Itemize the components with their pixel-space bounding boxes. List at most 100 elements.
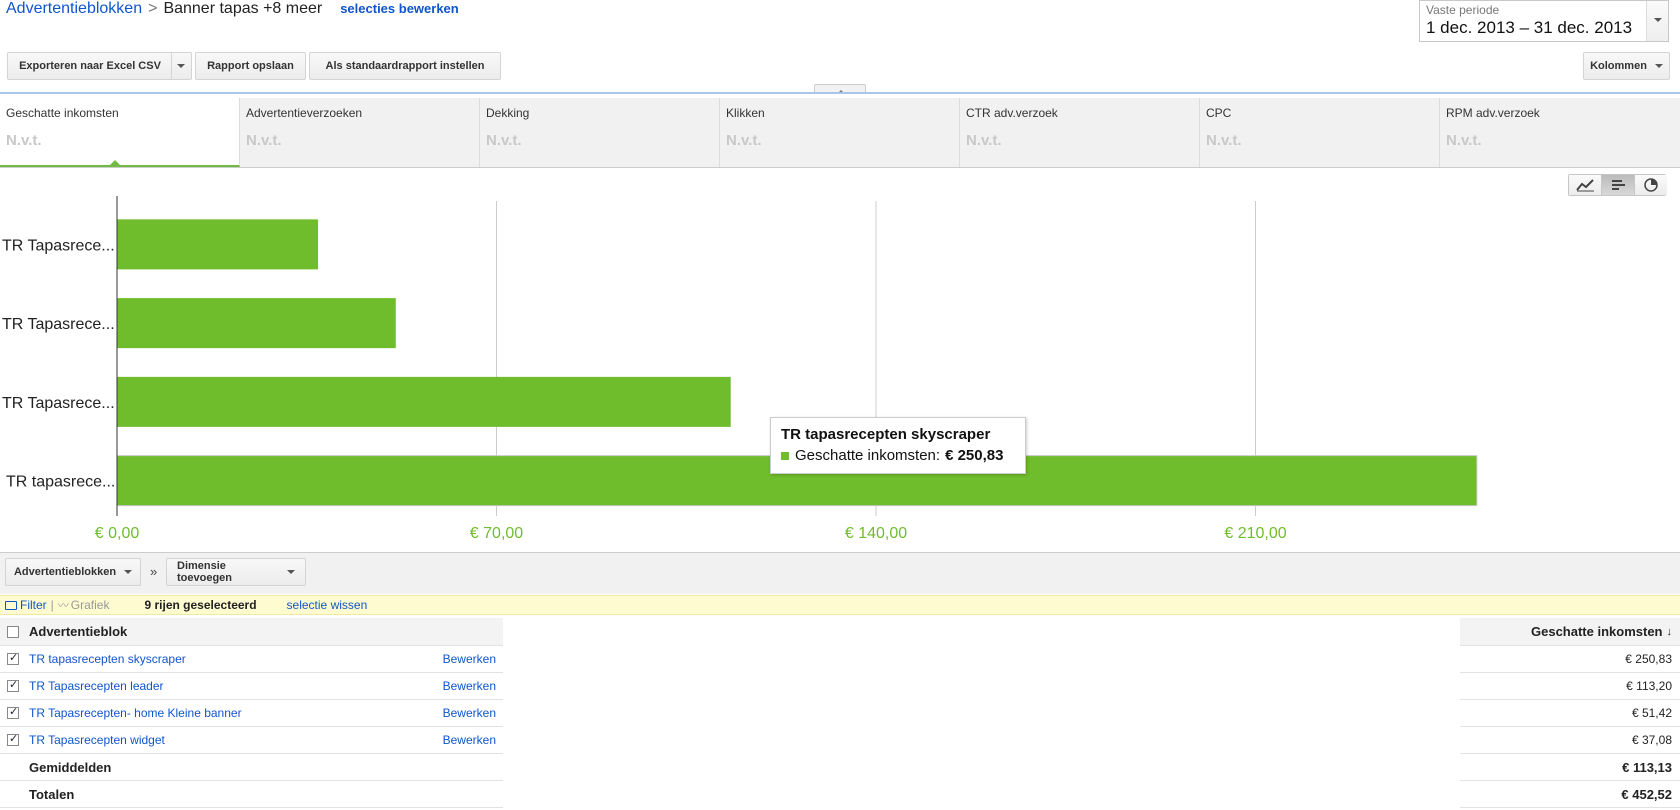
edit-link[interactable]: Bewerken [443, 733, 503, 747]
table-row: TR Tapasrecepten leader Bewerken [0, 673, 503, 700]
columns-button[interactable]: Kolommen [1583, 52, 1670, 80]
chart-bar [117, 298, 396, 349]
column-header-label: Geschatte inkomsten [1531, 624, 1663, 639]
column-header-ad-unit[interactable]: Advertentieblok [29, 624, 503, 639]
metric-name: Dekking [486, 106, 530, 120]
metric-value: N.v.t. [246, 132, 282, 149]
breadcrumb-separator: > [148, 0, 158, 17]
metric-tab-coverage[interactable]: Dekking N.v.t. [480, 98, 720, 167]
totals-label: Totalen [29, 786, 75, 802]
averages-value: € 113,13 [1460, 754, 1680, 781]
ad-unit-link[interactable]: TR Tapasrecepten- home Kleine banner [29, 706, 443, 720]
ad-unit-link[interactable]: TR Tapasrecepten widget [29, 733, 443, 747]
metric-value: N.v.t. [6, 132, 42, 149]
bar-chart-icon[interactable] [1602, 175, 1635, 195]
chart-type-switch [1568, 174, 1667, 196]
table-cell-value: € 37,08 [1460, 727, 1680, 754]
filter-bar: Filter | 〰 Grafiek 9 rijen geselecteerd … [0, 595, 1680, 615]
breadcrumb-link-ad-units[interactable]: Advertentieblokken [6, 0, 142, 18]
add-dimension-dropdown[interactable]: Dimensie toevoegen [166, 558, 306, 586]
legend-swatch [781, 451, 789, 460]
date-range-label: Vaste periode [1426, 3, 1500, 17]
chevron-down-icon [124, 570, 133, 578]
category-label: TR Tapasrece... [2, 237, 115, 254]
metric-name: Advertentieverzoeken [246, 106, 363, 120]
metric-tab-ctr[interactable]: CTR adv.verzoek N.v.t. [960, 98, 1200, 167]
metric-tabs: Geschatte inkomsten N.v.t. Advertentieve… [0, 98, 1680, 168]
add-dimension-label: Dimensie toevoegen [177, 560, 233, 584]
ad-unit-link[interactable]: TR Tapasrecepten leader [29, 679, 443, 693]
export-button-label[interactable]: Exporteren naar Excel CSV [9, 53, 172, 79]
chart-toggle-button[interactable]: 〰 Grafiek [58, 597, 110, 613]
chart-tooltip: TR tapasrecepten skyscraper Geschatte in… [770, 417, 1026, 474]
dimension-separator: » [150, 564, 158, 579]
table-row: TR Tapasrecepten widget Bewerken [0, 727, 503, 754]
metric-name: CTR adv.verzoek [966, 106, 1058, 120]
column-header-estimated-earnings[interactable]: Geschatte inkomsten ↓ [1460, 618, 1680, 646]
columns-button-label: Kolommen [1590, 60, 1647, 72]
chart-toggle-label: Grafiek [70, 598, 110, 612]
totals-value: € 452,52 [1460, 781, 1680, 808]
metric-value: N.v.t. [1206, 132, 1242, 149]
results-table: Advertentieblok TR tapasrecepten skyscra… [0, 618, 503, 808]
metric-value: N.v.t. [486, 132, 522, 149]
divider [0, 92, 1680, 94]
chart-bar [117, 376, 731, 427]
table-cell-value: € 113,20 [1460, 673, 1680, 700]
table-header: Advertentieblok [0, 618, 503, 646]
metric-value: N.v.t. [966, 132, 1002, 149]
tick-label: € 140,00 [845, 525, 907, 542]
pie-chart-icon[interactable] [1635, 175, 1667, 195]
row-checkbox[interactable] [7, 678, 19, 692]
bar-chart: TR Tapasrece... TR Tapasrece... TR Tapasre… [2, 196, 1478, 542]
primary-dimension-dropdown[interactable]: Advertentieblokken [5, 558, 141, 586]
metric-name: CPC [1206, 106, 1232, 120]
tooltip-metric: Geschatte inkomsten: [795, 447, 941, 464]
date-range-picker[interactable]: Vaste periode 1 dec. 2013 – 31 dec. 2013 [1419, 0, 1669, 42]
metric-name: RPM adv.verzoek [1446, 106, 1540, 120]
edit-link[interactable]: Bewerken [443, 679, 503, 693]
sort-down-icon: ↓ [1666, 625, 1673, 638]
table-cell-value: € 250,83 [1460, 646, 1680, 673]
table-row: TR tapasrecepten skyscraper Bewerken [0, 646, 503, 673]
selected-count: 9 rijen geselecteerd [144, 598, 257, 612]
metric-tab-ad-requests[interactable]: Advertentieverzoeken N.v.t. [240, 98, 480, 167]
ad-unit-link[interactable]: TR tapasrecepten skyscraper [29, 652, 443, 666]
table-row: TR Tapasrecepten- home Kleine banner Bew… [0, 700, 503, 727]
export-button[interactable]: Exporteren naar Excel CSV [7, 52, 192, 80]
select-all-checkbox[interactable] [7, 625, 19, 638]
metric-tab-rpm[interactable]: RPM adv.verzoek N.v.t. [1440, 98, 1680, 167]
filter-button[interactable]: Filter [5, 598, 47, 612]
chart-line-icon: 〰 [57, 600, 69, 612]
chevron-down-icon [1654, 64, 1663, 72]
tick-label: € 70,00 [470, 525, 523, 542]
row-checkbox[interactable] [7, 651, 19, 665]
edit-link[interactable]: Bewerken [443, 652, 503, 666]
set-default-report-button[interactable]: Als standaardrapport instellen [309, 52, 501, 80]
metric-value: N.v.t. [1446, 132, 1482, 149]
line-chart-icon[interactable] [1569, 175, 1602, 195]
tick-label: € 0,00 [95, 525, 140, 542]
breadcrumb: Advertentieblokken > Banner tapas +8 mee… [6, 0, 459, 20]
table-cell-value: € 51,42 [1460, 700, 1680, 727]
clear-selection-link[interactable]: selectie wissen [287, 598, 368, 612]
metric-tab-clicks[interactable]: Klikken N.v.t. [720, 98, 960, 167]
row-checkbox[interactable] [7, 705, 19, 719]
results-table-values: Geschatte inkomsten ↓ € 250,83 € 113,20 €… [1460, 618, 1680, 808]
chevron-down-icon [287, 570, 295, 578]
metric-name: Klikken [726, 106, 765, 120]
filter-label: Filter [20, 598, 47, 612]
row-checkbox[interactable] [7, 732, 19, 746]
metric-tab-cpc[interactable]: CPC N.v.t. [1200, 98, 1440, 167]
chevron-down-icon[interactable] [1646, 1, 1668, 41]
edit-link[interactable]: Bewerken [443, 706, 503, 720]
save-report-button[interactable]: Rapport opslaan [195, 52, 306, 80]
averages-label: Gemiddelden [29, 759, 112, 775]
edit-selection-link[interactable]: selecties bewerken [340, 1, 459, 16]
tooltip-amount: € 250,83 [945, 447, 1004, 464]
export-dropdown-chevron-icon[interactable] [172, 53, 190, 79]
divider: | [50, 598, 54, 612]
metric-tab-estimated-earnings[interactable]: Geschatte inkomsten N.v.t. [0, 98, 240, 167]
